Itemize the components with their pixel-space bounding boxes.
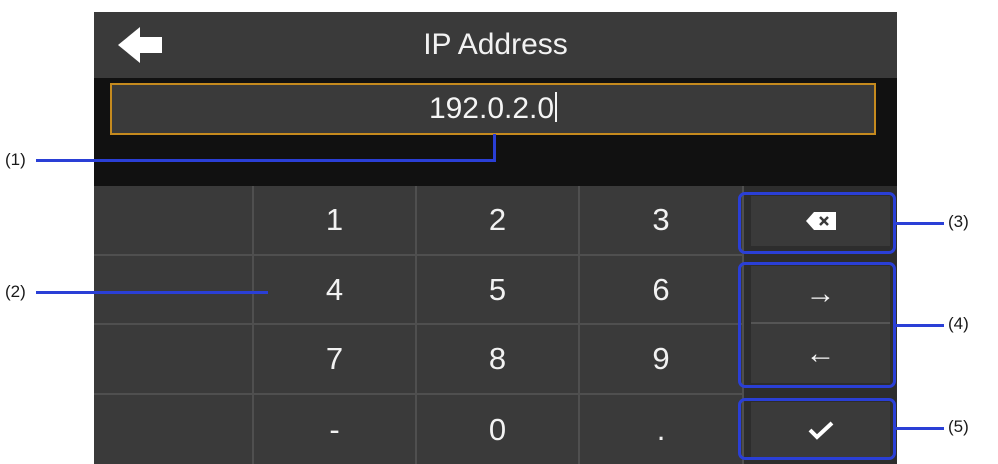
keypad-blank-key: [94, 325, 254, 395]
callout-box-3: [738, 192, 896, 254]
callout-label-4: (4): [948, 314, 969, 333]
key-7[interactable]: 7: [254, 325, 417, 395]
callout-label-2: (2): [5, 282, 26, 301]
text-caret: [555, 92, 558, 122]
callout-line-5: [896, 427, 944, 430]
key-6[interactable]: 6: [580, 256, 744, 325]
keypad-blank-key: [94, 186, 254, 256]
key-2[interactable]: 2: [417, 186, 580, 256]
key-0[interactable]: 0: [417, 395, 580, 464]
callout-box-5: [738, 398, 896, 460]
key-minus[interactable]: -: [254, 395, 417, 464]
keypad-blank-key: [94, 395, 254, 464]
callout-label-3: (3): [948, 212, 969, 231]
callout-line-3: [896, 222, 944, 225]
ip-address-value: 192.0.2.0: [428, 92, 555, 125]
callout-label-5: (5): [948, 417, 969, 436]
callout-line-1: [36, 159, 496, 162]
callout-line-1-vertical: [493, 134, 496, 162]
key-8[interactable]: 8: [417, 325, 580, 395]
key-9[interactable]: 9: [580, 325, 744, 395]
callout-box-4: [738, 262, 896, 388]
key-3[interactable]: 3: [580, 186, 744, 256]
callout-label-1: (1): [5, 150, 26, 169]
title-bar: IP Address: [94, 12, 897, 78]
key-1[interactable]: 1: [254, 186, 417, 256]
ip-address-input[interactable]: 192.0.2.0: [110, 83, 876, 135]
key-period[interactable]: .: [580, 395, 744, 464]
page-title: IP Address: [423, 28, 568, 61]
callout-line-2: [36, 291, 268, 294]
callout-line-4: [896, 324, 944, 327]
key-4[interactable]: 4: [254, 256, 417, 325]
key-5[interactable]: 5: [417, 256, 580, 325]
